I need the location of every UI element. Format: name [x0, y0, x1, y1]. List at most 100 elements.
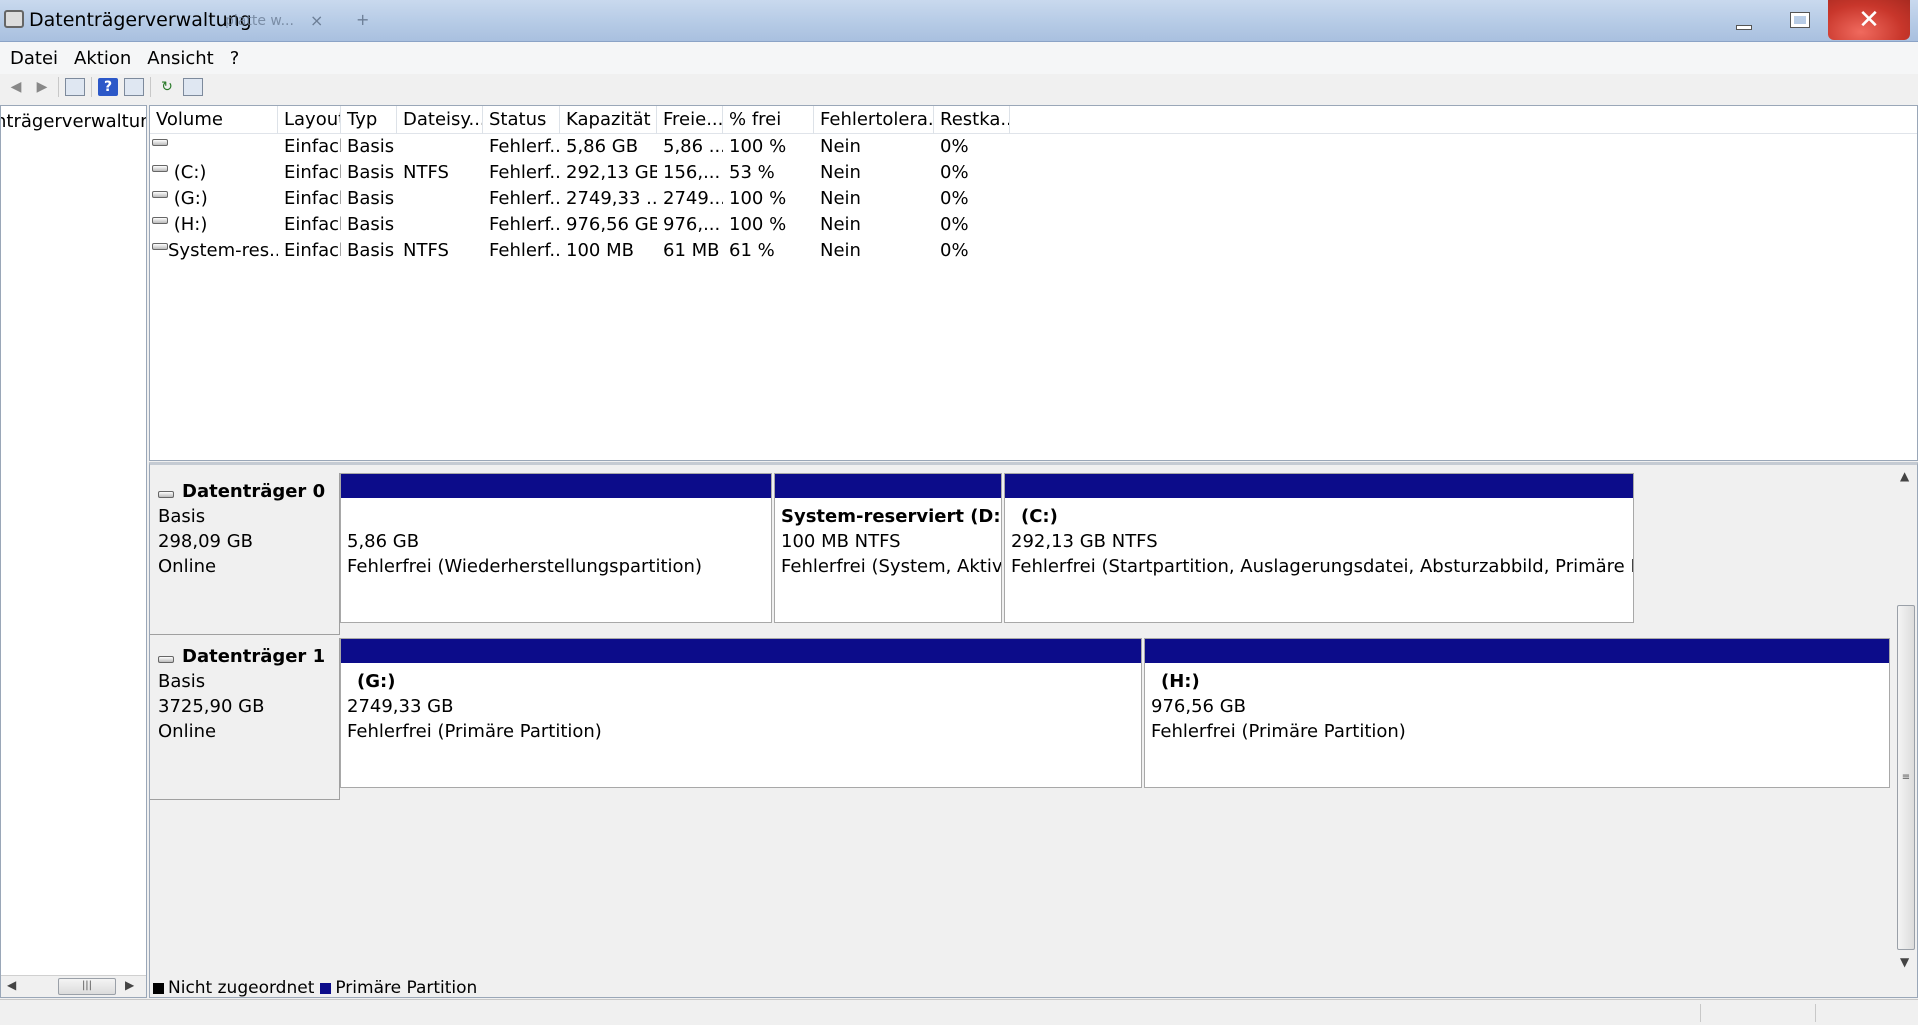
status-cell: Fehlerf... — [489, 136, 560, 157]
disk-graphical-view: Datenträger 0 Basis 298,09 GB Online 5,8… — [149, 462, 1918, 998]
status-cell: Fehlerf... — [489, 214, 560, 235]
status-cell: Fehlerf... — [489, 162, 560, 183]
toolbar-separator — [91, 77, 92, 97]
column-header-restkapazitaet[interactable]: Restka... — [934, 106, 1010, 134]
disk-name: Datenträger 1 — [158, 646, 339, 667]
scroll-right-arrow-icon[interactable]: ▶ — [125, 978, 134, 992]
primary-partition-bar — [1145, 639, 1889, 663]
table-row[interactable]: System-res... Einfach Basis NTFS Fehlerf… — [150, 238, 1917, 264]
fault-tolerance-cell: Nein — [820, 188, 861, 209]
primary-partition-bar — [775, 474, 1001, 498]
back-arrow-icon[interactable]: ◀ — [6, 78, 26, 96]
properties-icon[interactable] — [124, 78, 144, 96]
partition-c[interactable]: (C:) 292,13 GB NTFS Fehlerfrei (Startpar… — [1004, 473, 1634, 623]
partition-status: Fehlerfrei (Wiederherstellungspartition) — [347, 556, 702, 577]
filesystem-cell: NTFS — [403, 240, 449, 261]
partition-system-reserved[interactable]: System-reserviert (D:) 100 MB NTFS Fehle… — [774, 473, 1002, 623]
status-cell: Fehlerf... — [489, 188, 560, 209]
primary-partition-bar — [1005, 474, 1633, 498]
show-hide-console-tree-icon[interactable] — [65, 78, 85, 96]
percent-free-cell: 61 % — [729, 240, 775, 261]
column-header-prozent-frei[interactable]: % frei — [723, 106, 814, 134]
filesystem-cell: NTFS — [403, 162, 449, 183]
close-button[interactable]: ✕ — [1828, 0, 1910, 40]
graphical-vertical-scrollbar[interactable]: ▲ ≡ ▼ — [1895, 465, 1917, 977]
toolbar-separator — [58, 77, 59, 97]
partition-body: (G:) 2749,33 GB Fehlerfrei (Primäre Part… — [341, 663, 1141, 744]
menu-aktion[interactable]: Aktion — [74, 48, 131, 69]
percent-free-cell: 100 % — [729, 188, 787, 209]
column-header-freier-speicher[interactable]: Freie... — [657, 106, 723, 134]
filesystem-cell — [397, 134, 483, 160]
disk-name: Datenträger 0 — [158, 481, 339, 502]
percent-free-cell: 100 % — [729, 136, 787, 157]
capacity-cell: 100 MB — [566, 240, 634, 261]
window-title: Datenträgerverwaltung — [29, 9, 252, 31]
maximize-button[interactable] — [1772, 0, 1828, 40]
minimize-icon — [1736, 24, 1752, 30]
disk-info-0[interactable]: Datenträger 0 Basis 298,09 GB Online — [150, 473, 340, 635]
column-header-status[interactable]: Status — [483, 106, 560, 134]
table-row[interactable]: (C:) Einfach Basis NTFS Fehlerf... 292,1… — [150, 160, 1917, 186]
partition-label: (C:) — [1021, 506, 1058, 527]
table-row[interactable]: (G:) Einfach Basis Fehlerf... 2749,33 ..… — [150, 186, 1917, 212]
primary-partition-bar — [341, 474, 771, 498]
export-list-icon[interactable] — [183, 78, 203, 96]
status-separator — [1815, 1004, 1816, 1022]
capacity-cell: 5,86 GB — [566, 136, 639, 157]
menu-bar: Datei Aktion Ansicht ? — [0, 42, 1918, 74]
partition-body: System-reserviert (D:) 100 MB NTFS Fehle… — [775, 498, 1001, 579]
partition-label — [347, 504, 771, 529]
restore-icon — [1791, 13, 1809, 27]
free-space-cell: 156,... — [663, 162, 721, 183]
title-bar: Datenträgerverwaltung platte w... × + ✕ — [0, 0, 1918, 42]
partition-h[interactable]: (H:) 976,56 GB Fehlerfrei (Primäre Parti… — [1144, 638, 1890, 788]
partition-g[interactable]: (G:) 2749,33 GB Fehlerfrei (Primäre Part… — [340, 638, 1142, 788]
overhead-cell: 0% — [940, 214, 969, 235]
column-header-fehlertoleranz[interactable]: Fehlertolera... — [814, 106, 934, 134]
legend-unallocated: Nicht zugeordnet — [168, 978, 315, 998]
partition-recovery[interactable]: 5,86 GB Fehlerfrei (Wiederherstellungspa… — [340, 473, 772, 623]
console-tree: nträgerverwaltung ◀ ||| ▶ — [0, 105, 147, 998]
layout-cell: Einfach — [284, 136, 341, 157]
type-cell: Basis — [347, 214, 395, 235]
background-tab-title: platte w... — [225, 13, 294, 29]
column-header-volume[interactable]: Volume — [150, 106, 278, 134]
background-tab-close-icon: × — [310, 11, 324, 30]
table-row[interactable]: Einfach Basis Fehlerf... 5,86 GB 5,86 ..… — [150, 134, 1917, 160]
partition-body: 5,86 GB Fehlerfrei (Wiederherstellungspa… — [341, 498, 771, 579]
toolbar-separator — [150, 77, 151, 97]
scroll-left-arrow-icon[interactable]: ◀ — [7, 978, 16, 992]
tree-horizontal-scrollbar[interactable]: ◀ ||| ▶ — [1, 975, 146, 997]
percent-free-cell: 53 % — [729, 162, 775, 183]
menu-ansicht[interactable]: Ansicht — [147, 48, 213, 69]
status-separator — [1700, 1004, 1701, 1022]
disk-info-1[interactable]: Datenträger 1 Basis 3725,90 GB Online — [150, 638, 340, 800]
table-row[interactable]: (H:) Einfach Basis Fehlerf... 976,56 GB … — [150, 212, 1917, 238]
graphical-scroll-thumb[interactable]: ≡ — [1897, 605, 1915, 950]
column-header-dateisystem[interactable]: Dateisy... — [397, 106, 483, 134]
help-icon[interactable]: ? — [98, 78, 118, 96]
scroll-up-arrow-icon[interactable]: ▲ — [1900, 469, 1909, 483]
column-header-layout[interactable]: Layout — [278, 106, 341, 134]
type-cell: Basis — [347, 240, 395, 261]
free-space-cell: 5,86 ... — [663, 136, 723, 157]
tree-item-datentraegerverwaltung[interactable]: nträgerverwaltung — [1, 111, 146, 132]
partition-size: 2749,33 GB — [347, 696, 454, 717]
capacity-cell: 292,13 GB — [566, 162, 657, 183]
column-header-kapazitaet[interactable]: Kapazität — [560, 106, 657, 134]
menu-datei[interactable]: Datei — [10, 48, 58, 69]
column-header-typ[interactable]: Typ — [341, 106, 397, 134]
refresh-icon[interactable]: ↻ — [157, 78, 177, 96]
type-cell: Basis — [347, 136, 395, 157]
disk-icon — [158, 655, 174, 663]
tree-scroll-thumb[interactable]: ||| — [58, 978, 116, 995]
volume-list-header: Volume Layout Typ Dateisy... Status Kapa… — [150, 106, 1917, 134]
volume-cell — [150, 134, 278, 160]
fault-tolerance-cell: Nein — [820, 240, 861, 261]
layout-cell: Einfach — [284, 214, 341, 235]
scroll-down-arrow-icon[interactable]: ▼ — [1900, 955, 1909, 969]
forward-arrow-icon[interactable]: ▶ — [32, 78, 52, 96]
minimize-button[interactable] — [1716, 0, 1772, 40]
menu-help[interactable]: ? — [230, 48, 240, 69]
